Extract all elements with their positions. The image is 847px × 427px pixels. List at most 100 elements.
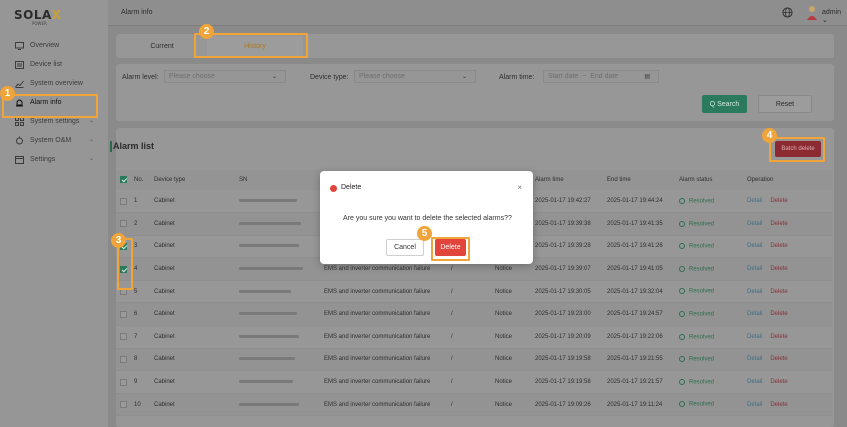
table-row: 9 Cabinet EMS and inverter communication f…	[116, 370, 832, 394]
detail-link[interactable]: Detail	[747, 356, 762, 362]
detail-link[interactable]: Detail	[747, 198, 762, 204]
delete-link[interactable]: Delete	[770, 243, 787, 249]
row-checkbox[interactable]	[120, 355, 127, 363]
status-text: Resolved	[689, 401, 715, 408]
cell-description: EMS and inverter communication failure	[320, 348, 447, 372]
cell-alarm-time: 2025-01-17 19:30:05	[531, 280, 603, 304]
delete-link[interactable]: Delete	[770, 221, 787, 227]
cell-alarm-time: 2025-01-17 19:39:38	[531, 212, 603, 236]
cell-alarm-time: 2025-01-17 19:20:09	[531, 325, 603, 349]
redacted-sn	[239, 312, 297, 316]
sidebar-item-label: Overview	[30, 42, 60, 49]
delete-link[interactable]: Delete	[770, 334, 787, 340]
cell-alarm-status: Resolved	[675, 257, 743, 281]
cell-sn	[235, 280, 320, 304]
monitor-icon	[14, 41, 24, 51]
sidebar-item-label: System overview	[30, 80, 83, 87]
search-button[interactable]: Q Search	[702, 95, 747, 113]
grid-icon	[14, 117, 24, 127]
sidebar-item-device-list[interactable]: Device list	[0, 55, 108, 74]
highlight-box-batch-delete	[769, 137, 825, 162]
chevron-down-icon: ⌄	[461, 74, 467, 80]
status-text: Resolved	[689, 243, 715, 250]
cell-value: /	[447, 393, 491, 417]
cell-sn	[235, 370, 320, 394]
detail-link[interactable]: Detail	[747, 334, 762, 340]
col-sn: SN	[235, 170, 320, 190]
cell-no: 9	[130, 370, 150, 394]
cell-value: /	[447, 325, 491, 349]
detail-link[interactable]: Detail	[747, 221, 762, 227]
col-operation: Operation	[743, 170, 832, 190]
cell-alarm-status: Resolved	[675, 212, 743, 236]
sidebar-item-settings[interactable]: Settings ⌄	[0, 150, 108, 169]
select-all-checkbox[interactable]	[120, 176, 127, 184]
reset-button[interactable]: Reset	[758, 95, 812, 113]
user-avatar[interactable]	[806, 5, 818, 23]
delete-link[interactable]: Delete	[770, 266, 787, 272]
cell-description: EMS and inverter communication failure	[320, 302, 447, 327]
status-text: Resolved	[689, 221, 715, 228]
row-checkbox[interactable]	[120, 220, 127, 228]
col-no: No.	[130, 170, 150, 190]
alarm-time-range[interactable]: Start date ~ End date ▤	[543, 70, 659, 83]
alarm-level-select[interactable]: Please choose ⌄	[164, 70, 286, 83]
sidebar-item-system-o-m[interactable]: System O&M ⌄	[0, 131, 108, 150]
detail-link[interactable]: Detail	[747, 379, 762, 385]
language-globe-icon[interactable]	[782, 7, 793, 20]
cancel-button[interactable]: Cancel	[386, 239, 424, 256]
cell-no: 1	[130, 190, 150, 214]
sidebar-item-label: System settings	[30, 118, 80, 125]
row-select-cell	[116, 348, 130, 372]
detail-link[interactable]: Detail	[747, 402, 762, 408]
close-icon[interactable]: ×	[517, 183, 522, 192]
redacted-sn	[239, 357, 295, 361]
detail-link[interactable]: Detail	[747, 243, 762, 249]
step-badge-1: 1	[0, 86, 15, 101]
cell-operation: Detail Delete	[743, 348, 832, 372]
dialog-message: Are you sure you want to delete the sele…	[343, 215, 512, 222]
calendar-icon	[14, 155, 24, 165]
cell-no: 4	[130, 257, 150, 281]
cell-alarm-time: 2025-01-17 19:42:27	[531, 190, 603, 214]
delete-link[interactable]: Delete	[770, 379, 787, 385]
table-row: 10 Cabinet EMS and inverter communication …	[116, 393, 832, 417]
cell-end-time: 2025-01-17 19:21:57	[603, 370, 675, 394]
delete-link[interactable]: Delete	[770, 311, 787, 317]
scrollbar[interactable]	[840, 28, 844, 424]
detail-link[interactable]: Detail	[747, 289, 762, 295]
table-row: 8 Cabinet EMS and inverter communication f…	[116, 348, 832, 372]
delete-link[interactable]: Delete	[770, 402, 787, 408]
cell-alarm-time: 2025-01-17 19:23:00	[531, 302, 603, 327]
delete-link[interactable]: Delete	[770, 198, 787, 204]
redacted-sn	[239, 267, 303, 270]
check-circle-icon	[679, 220, 685, 227]
status-text: Resolved	[689, 311, 715, 318]
delete-link[interactable]: Delete	[770, 356, 787, 362]
highlight-box-alarm-info	[2, 94, 98, 118]
tab-current[interactable]: Current	[132, 36, 192, 56]
device-type-select[interactable]: Please choose ⌄	[354, 70, 476, 83]
sidebar-item-overview[interactable]: Overview	[0, 36, 108, 55]
status-text: Resolved	[689, 379, 715, 386]
cell-level: Notice	[491, 280, 531, 304]
cell-description: EMS and inverter communication failure	[320, 393, 447, 417]
user-menu[interactable]: admin ⌄	[822, 9, 847, 24]
cell-end-time: 2025-01-17 19:11:24	[603, 393, 675, 417]
detail-link[interactable]: Detail	[747, 311, 762, 317]
cell-level: Notice	[491, 348, 531, 372]
row-checkbox[interactable]	[120, 197, 127, 205]
row-checkbox[interactable]	[120, 333, 127, 341]
alarm-level-label: Alarm level:	[122, 74, 159, 81]
delete-link[interactable]: Delete	[770, 289, 787, 295]
row-checkbox[interactable]	[120, 401, 127, 409]
row-checkbox[interactable]	[120, 310, 127, 318]
check-circle-icon	[679, 265, 685, 272]
detail-link[interactable]: Detail	[747, 266, 762, 272]
chevron-down-icon: ⌄	[271, 74, 277, 80]
sidebar-item-system-overview[interactable]: System overview	[0, 74, 108, 93]
status-text: Resolved	[689, 334, 715, 341]
row-select-cell	[116, 302, 130, 327]
row-checkbox[interactable]	[120, 378, 127, 386]
sidebar: SOLAX POWER Overview Device list System ov…	[0, 0, 108, 427]
